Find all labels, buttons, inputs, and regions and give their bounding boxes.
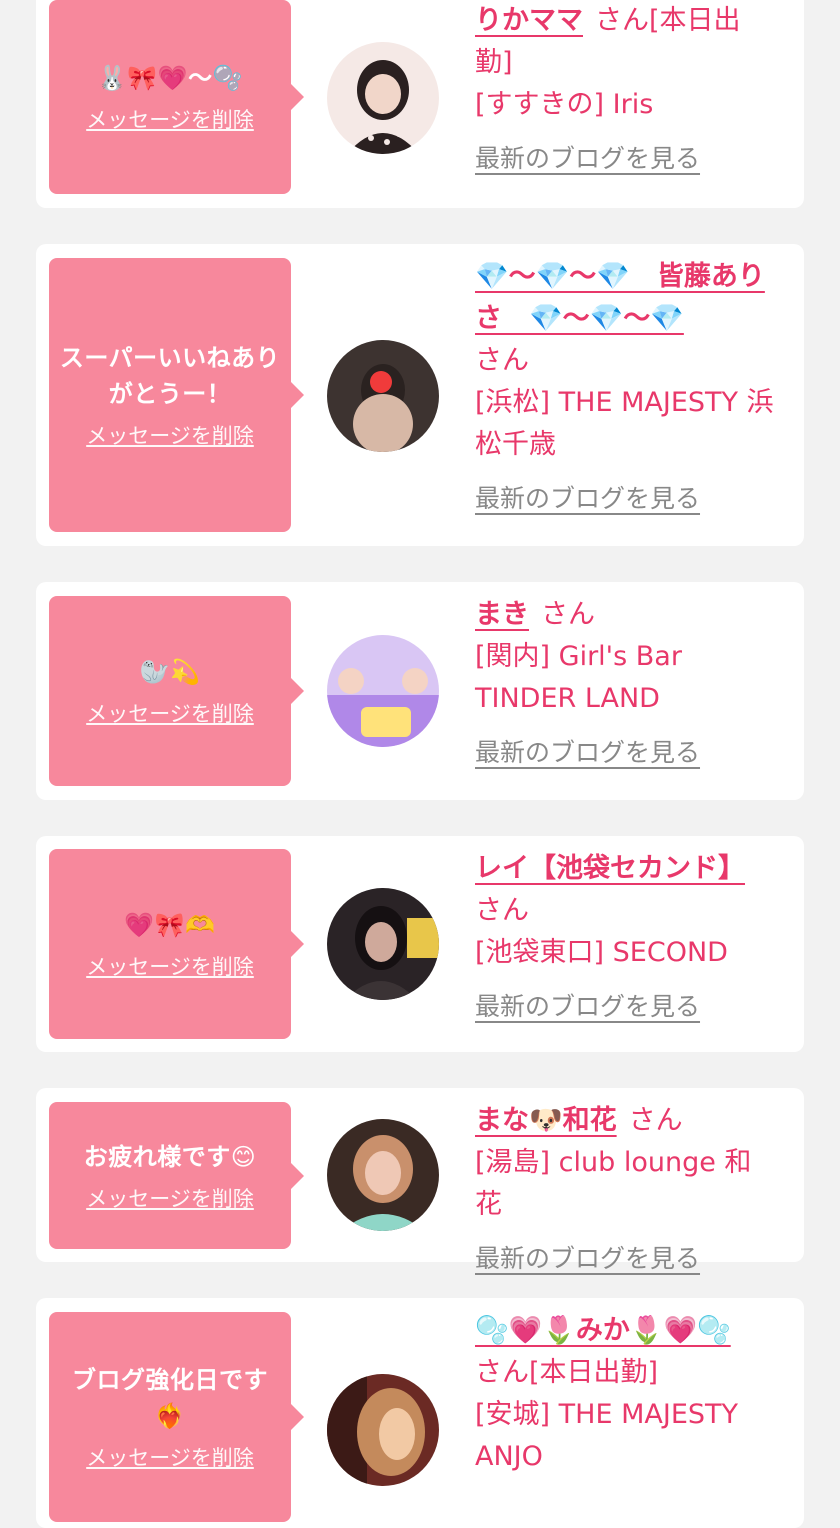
avatar[interactable] <box>327 1119 439 1231</box>
avatar-image <box>327 340 439 452</box>
cast-info: 💎〜💎〜💎 皆藤ありさ 💎〜💎〜💎 さん [浜松] THE MAJESTY 浜松千… <box>475 256 775 520</box>
store-name: [池袋東口] SECOND <box>475 937 728 968</box>
message-text: 💗🎀🫶 <box>124 911 216 939</box>
cast-info: まな🐶和花 さん [湯島] club lounge 和花 最新のブログを見る <box>475 1100 775 1280</box>
cast-name-link[interactable]: 🫧💗🌷みか🌷💗🫧 <box>475 1315 731 1346</box>
latest-blog-link[interactable]: 最新のブログを見る <box>475 138 775 180</box>
delete-message-link[interactable]: メッセージを削除 <box>86 1442 254 1472</box>
avatar-image <box>327 1374 439 1486</box>
message-text: スーパーいいねありがとうー！ <box>59 344 281 408</box>
store-name: [湯島] club lounge 和花 <box>475 1147 752 1220</box>
store-name: [すすきの] Iris <box>475 89 654 120</box>
delete-message-link[interactable]: メッセージを削除 <box>86 951 254 981</box>
store-name: [安城] THE MAJESTY ANJO <box>475 1399 738 1472</box>
cast-name-link[interactable]: まな🐶和花 <box>475 1105 617 1136</box>
store-name: [浜松] THE MAJESTY 浜松千歳 <box>475 387 774 460</box>
message-bubble: ブログ強化日です❤️‍🔥 メッセージを削除 <box>49 1312 291 1522</box>
cast-name-link[interactable]: まき <box>475 599 529 630</box>
avatar-image <box>327 1119 439 1231</box>
avatar-image <box>327 42 439 154</box>
message-bubble: お疲れ様です😊 メッセージを削除 <box>49 1102 291 1249</box>
cast-name-link[interactable]: 💎〜💎〜💎 皆藤ありさ 💎〜💎〜💎 <box>475 261 765 334</box>
message-bubble: 🐰🎀💗〜🫧 メッセージを削除 <box>49 0 291 194</box>
notification-card: 💗🎀🫶 メッセージを削除 レイ【池袋セカンド】 さん [池袋東口] SECOND … <box>36 836 804 1052</box>
cast-info: 🫧💗🌷みか🌷💗🫧 さん[本日出勤] [安城] THE MAJESTY ANJO <box>475 1310 775 1478</box>
cast-info: りかママ さん[本日出勤] [すすきの] Iris 最新のブログを見る <box>475 0 775 180</box>
message-bubble: 🦭💫 メッセージを削除 <box>49 596 291 786</box>
latest-blog-link[interactable]: 最新のブログを見る <box>475 1238 775 1280</box>
avatar-image <box>327 635 439 747</box>
message-text: ブログ強化日です❤️‍🔥 <box>72 1366 268 1430</box>
cast-name-link[interactable]: レイ【池袋セカンド】 <box>475 853 745 884</box>
notification-card: スーパーいいねありがとうー！ メッセージを削除 💎〜💎〜💎 皆藤ありさ 💎〜💎〜… <box>36 244 804 546</box>
message-bubble: スーパーいいねありがとうー！ メッセージを削除 <box>49 258 291 532</box>
honorific: さん <box>475 1357 529 1388</box>
cast-name-link[interactable]: りかママ <box>475 5 583 36</box>
honorific: さん <box>595 5 649 36</box>
notification-card: ブログ強化日です❤️‍🔥 メッセージを削除 🫧💗🌷みか🌷💗🫧 さん[本日出勤] [… <box>36 1298 804 1528</box>
latest-blog-link[interactable]: 最新のブログを見る <box>475 986 775 1028</box>
avatar-image <box>327 888 439 1000</box>
avatar[interactable] <box>327 1374 439 1486</box>
honorific: さん <box>628 1105 683 1136</box>
delete-message-link[interactable]: メッセージを削除 <box>86 420 254 450</box>
message-text: 🦭💫 <box>139 658 201 686</box>
latest-blog-link[interactable]: 最新のブログを見る <box>475 732 775 774</box>
message-text: 🐰🎀💗〜🫧 <box>96 64 244 92</box>
avatar[interactable] <box>327 888 439 1000</box>
honorific: さん <box>541 599 595 630</box>
message-bubble: 💗🎀🫶 メッセージを削除 <box>49 849 291 1039</box>
cast-info: レイ【池袋セカンド】 さん [池袋東口] SECOND 最新のブログを見る <box>475 848 775 1028</box>
delete-message-link[interactable]: メッセージを削除 <box>86 1183 254 1213</box>
avatar[interactable] <box>327 340 439 452</box>
avatar[interactable] <box>327 42 439 154</box>
delete-message-link[interactable]: メッセージを削除 <box>86 104 254 134</box>
honorific: さん <box>475 895 529 926</box>
avatar[interactable] <box>327 635 439 747</box>
message-text: お疲れ様です😊 <box>83 1142 257 1171</box>
notification-card: お疲れ様です😊 メッセージを削除 まな🐶和花 さん [湯島] club loung… <box>36 1088 804 1273</box>
work-status: [本日出勤] <box>529 1357 659 1388</box>
delete-message-link[interactable]: メッセージを削除 <box>86 698 254 728</box>
cast-info: まき さん [関内] Girl's Bar TINDER LAND 最新のブログを… <box>475 594 775 774</box>
latest-blog-link[interactable]: 最新のブログを見る <box>475 478 775 520</box>
notification-card: 🐰🎀💗〜🫧 メッセージを削除 りかママ さん[本日出勤] [すすきの] Iris … <box>36 0 804 208</box>
notification-card: 🦭💫 メッセージを削除 まき さん [関内] Girl's Bar TINDER … <box>36 582 804 800</box>
honorific: さん <box>475 345 529 376</box>
store-name: [関内] Girl's Bar TINDER LAND <box>475 641 682 714</box>
